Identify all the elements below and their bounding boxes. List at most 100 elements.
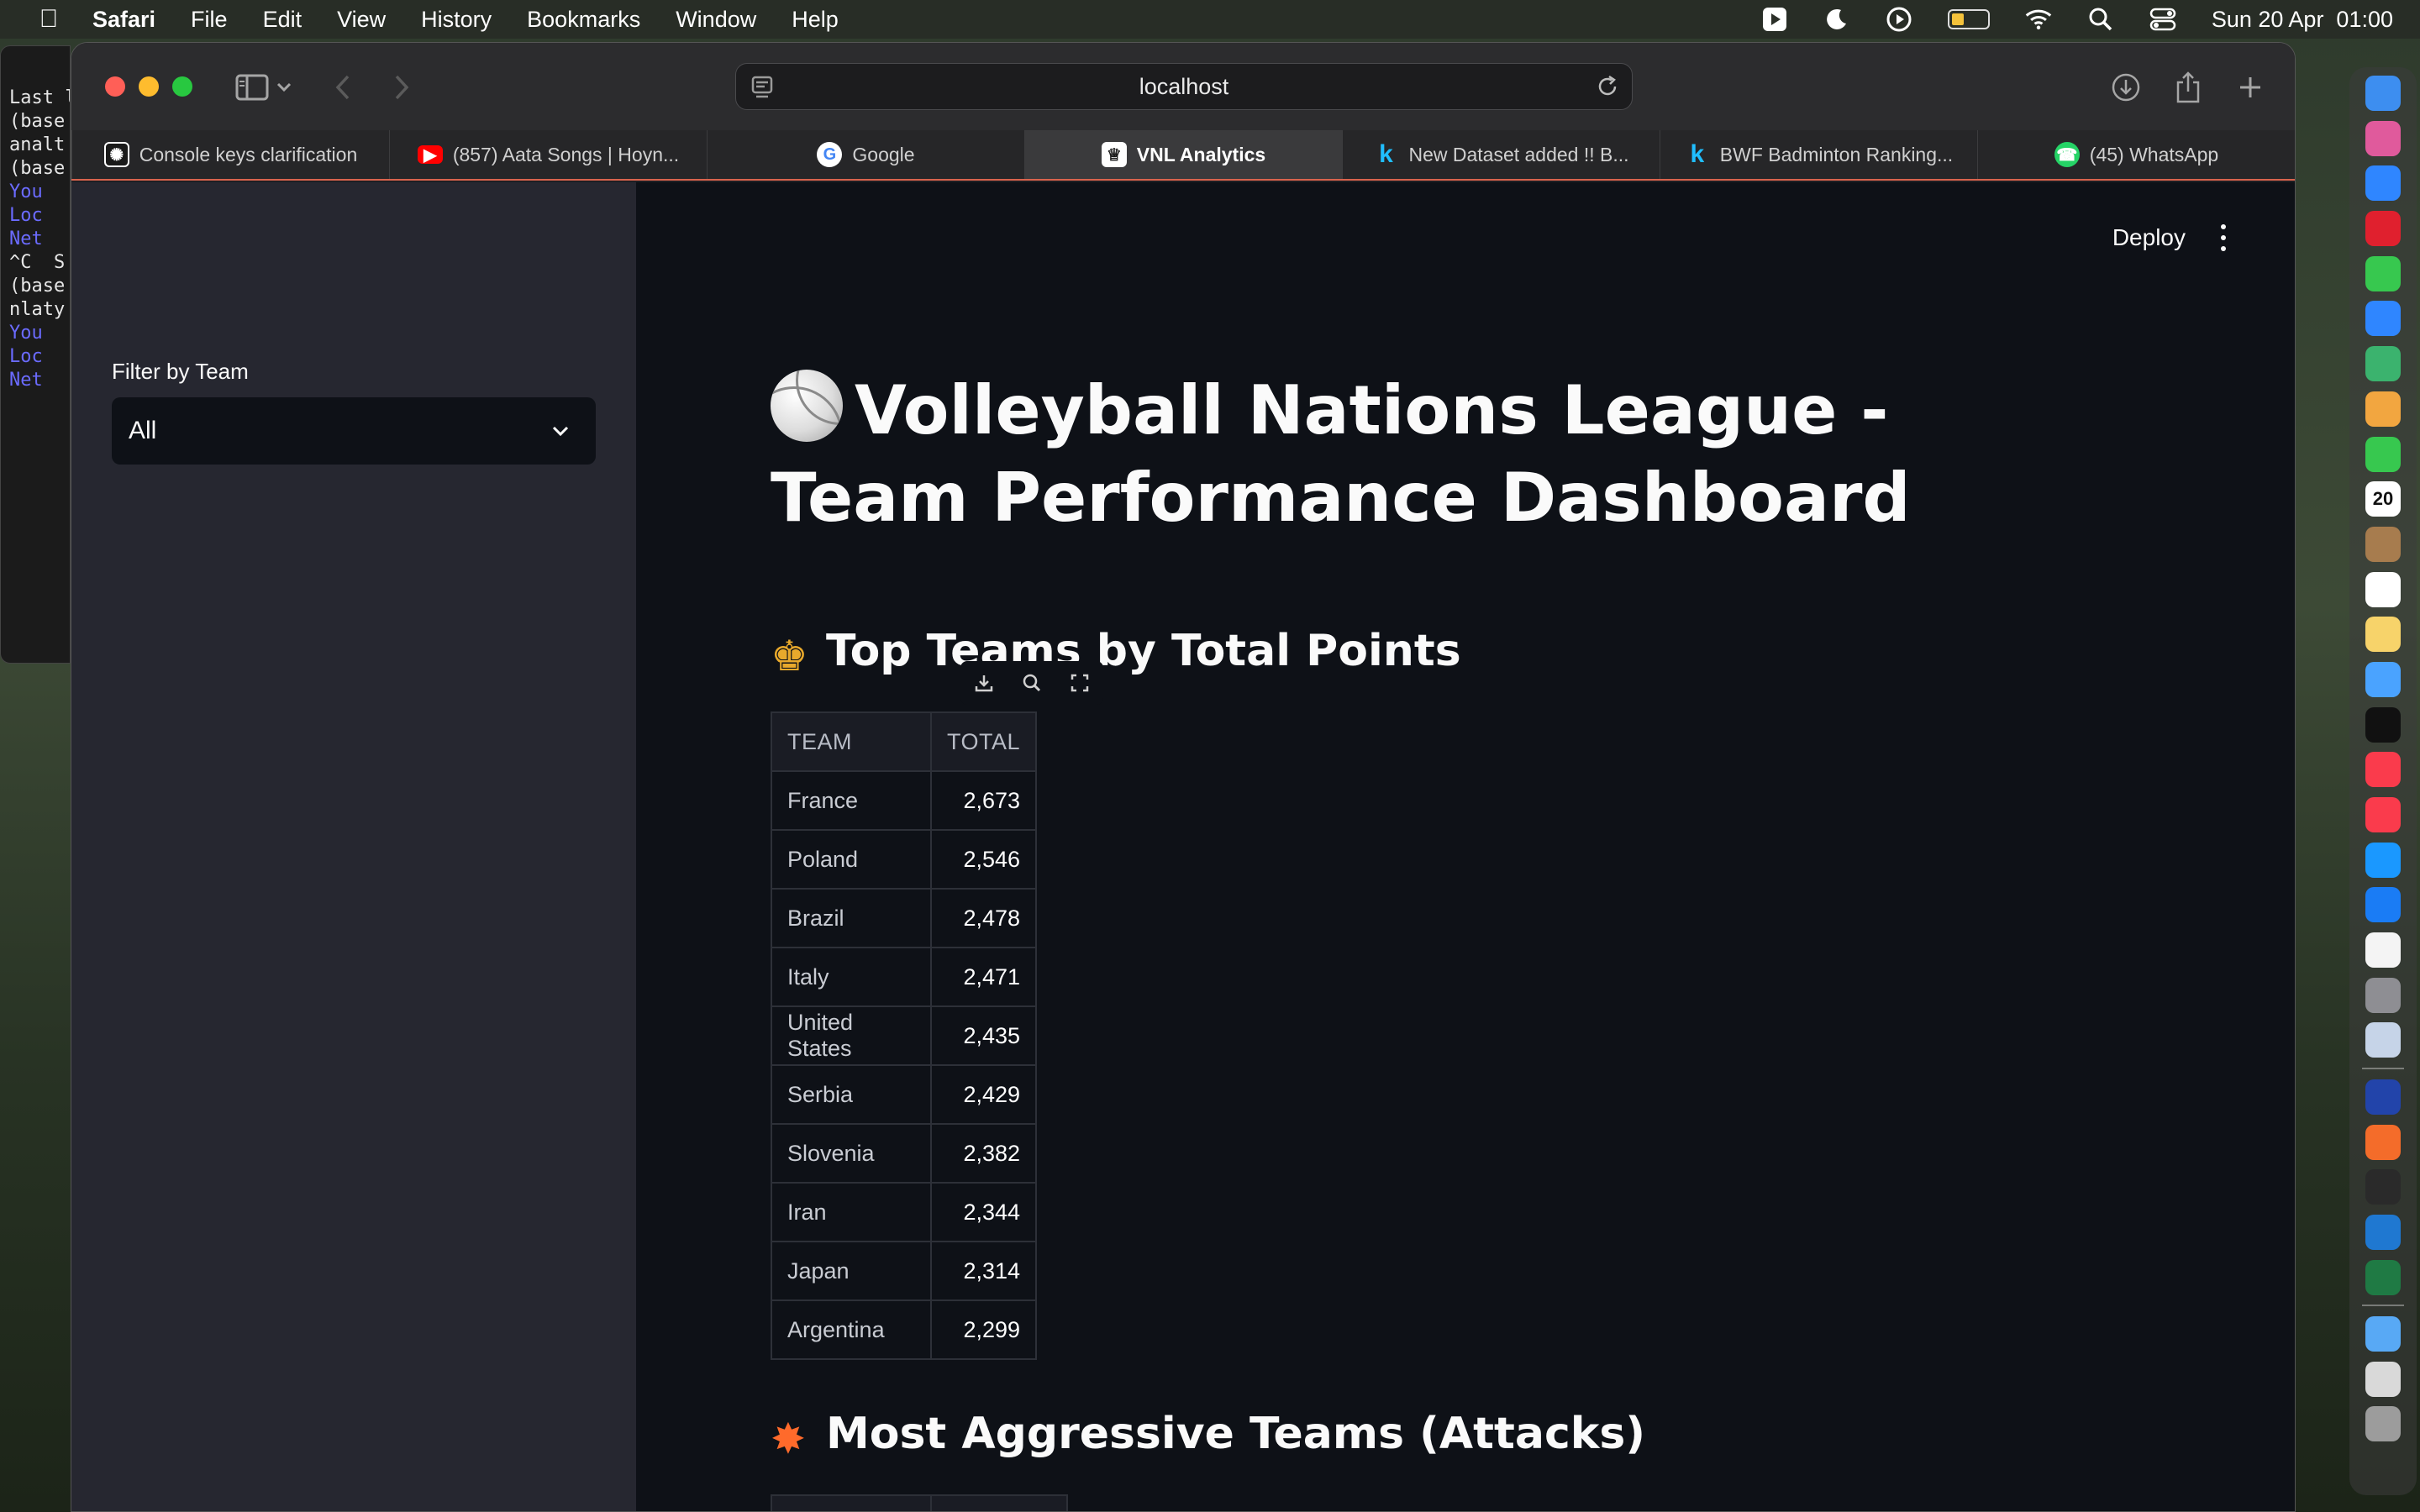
total-points-cell[interactable]: 2,382 <box>929 1123 1038 1184</box>
table-row[interactable]: Japan 2,314 <box>771 1241 1038 1301</box>
menu-file[interactable]: File <box>191 7 228 33</box>
table-row[interactable]: Italy 2,471 <box>771 947 1038 1007</box>
total-points-cell[interactable]: 2,471 <box>929 947 1038 1007</box>
total-points-cell[interactable]: 2,299 <box>929 1299 1038 1360</box>
reload-icon[interactable] <box>1593 72 1622 101</box>
total-points-cell[interactable]: 2,673 <box>929 770 1038 831</box>
menu-bookmarks[interactable]: Bookmarks <box>527 7 640 33</box>
vscode-icon[interactable] <box>2365 1214 2401 1250</box>
apple-menu-icon[interactable]:  <box>30 5 67 34</box>
team-filter-select[interactable]: All <box>112 397 596 465</box>
new-tab-icon[interactable] <box>2231 68 2270 107</box>
table-row[interactable]: Argentina 2,299 <box>771 1299 1038 1360</box>
sidebar-toggle-icon[interactable] <box>233 68 271 107</box>
messages-icon[interactable] <box>2365 255 2401 291</box>
top-teams-table[interactable]: TEAM TOTAL France 2,673 Poland 2,546 Brazil 2… <box>771 711 1038 1360</box>
media-play-icon[interactable] <box>1761 6 1788 33</box>
team-cell[interactable]: Slovenia <box>771 1123 932 1184</box>
clock[interactable]: Sun 20 Apr 01:00 <box>2212 7 2393 33</box>
table-row[interactable]: United States 2,435 <box>771 1005 1038 1066</box>
maps-icon[interactable] <box>2365 346 2401 382</box>
excel-icon[interactable] <box>2365 1259 2401 1295</box>
finder-icon[interactable] <box>2365 76 2401 111</box>
column-header-team[interactable]: TEAM <box>771 1494 932 1511</box>
app-menu[interactable]: Safari <box>92 7 155 33</box>
forward-arrow-icon[interactable] <box>382 68 421 107</box>
facetime-icon[interactable] <box>2365 436 2401 472</box>
tab-youtube[interactable]: ▶ (857) Aata Songs | Hoyn... <box>389 130 707 179</box>
download-icon[interactable] <box>971 670 997 696</box>
prime-video-icon[interactable] <box>2365 842 2401 878</box>
tab-whatsapp[interactable]: ☎ (45) WhatsApp <box>1977 130 2295 179</box>
opera-icon[interactable] <box>2365 211 2401 247</box>
ai-app-icon[interactable] <box>2365 1079 2401 1115</box>
tab-google[interactable]: G Google <box>707 130 1024 179</box>
table-row[interactable]: Brazil 2,478 <box>771 888 1038 948</box>
terminal-icon[interactable] <box>2365 1169 2401 1205</box>
tab-console-keys[interactable]: ✺ Console keys clarification <box>71 130 389 179</box>
wifi-icon[interactable] <box>2025 6 2052 33</box>
control-center-icon[interactable] <box>2149 6 2176 33</box>
more-options-icon[interactable] <box>2211 221 2236 255</box>
column-header-attacks[interactable]: ATTACKS <box>929 1494 1069 1511</box>
table-row[interactable]: Iran 2,344 <box>771 1182 1038 1242</box>
infuse-icon[interactable] <box>2365 932 2401 969</box>
page-menu-icon[interactable] <box>748 72 776 101</box>
spotlight-search-icon[interactable] <box>2087 6 2114 33</box>
table-row[interactable]: Poland 2,546 <box>771 829 1038 890</box>
contacts-icon[interactable] <box>2365 526 2401 562</box>
app-store-icon[interactable] <box>2365 887 2401 923</box>
news-icon[interactable] <box>2365 797 2401 832</box>
total-points-cell[interactable]: 2,344 <box>929 1182 1038 1242</box>
freeform-icon[interactable] <box>2365 661 2401 697</box>
tab-vnl-analytics[interactable]: ♕ VNL Analytics <box>1024 130 1342 179</box>
music-icon[interactable] <box>2365 752 2401 788</box>
team-cell[interactable]: Japan <box>771 1241 932 1301</box>
search-icon[interactable] <box>1019 670 1044 696</box>
team-cell[interactable]: Argentina <box>771 1299 932 1360</box>
folder-icon[interactable] <box>2365 1315 2401 1352</box>
address-bar[interactable]: localhost <box>735 63 1633 110</box>
menu-edit[interactable]: Edit <box>263 7 302 33</box>
safari-icon[interactable] <box>2365 165 2401 202</box>
minimize-window-button[interactable] <box>139 76 159 97</box>
total-points-cell[interactable]: 2,314 <box>929 1241 1038 1301</box>
mail-icon[interactable] <box>2365 301 2401 337</box>
calendar-icon[interactable]: 20 <box>2365 481 2401 517</box>
reminders-icon[interactable] <box>2365 571 2401 607</box>
total-points-cell[interactable]: 2,429 <box>929 1064 1038 1125</box>
chatgpt-icon[interactable] <box>2365 1124 2401 1160</box>
menu-help[interactable]: Help <box>792 7 839 33</box>
share-icon[interactable] <box>2169 68 2207 107</box>
zoom-window-button[interactable] <box>172 76 192 97</box>
tab-kaggle-bwf[interactable]: k BWF Badminton Ranking... <box>1660 130 1977 179</box>
preview-icon[interactable] <box>2365 1022 2401 1058</box>
tab-group-chevron-icon[interactable] <box>271 68 297 107</box>
menu-window[interactable]: Window <box>676 7 756 33</box>
back-arrow-icon[interactable] <box>324 68 362 107</box>
terminal-window[interactable]: Last l (base analt (base You Loc Net ^C S (base n… <box>0 45 71 664</box>
team-cell[interactable]: Brazil <box>771 888 932 948</box>
play-circle-icon[interactable] <box>1886 6 1912 33</box>
downloads-icon[interactable] <box>2107 68 2145 107</box>
team-cell[interactable]: Serbia <box>771 1064 932 1125</box>
table-row[interactable]: Serbia 2,429 <box>771 1064 1038 1125</box>
menu-view[interactable]: View <box>337 7 386 33</box>
close-window-button[interactable] <box>105 76 125 97</box>
team-cell[interactable]: France <box>771 770 932 831</box>
fullscreen-icon[interactable] <box>1067 670 1092 696</box>
battery-icon[interactable] <box>1947 9 1990 29</box>
tab-kaggle-dataset[interactable]: k New Dataset added !! B... <box>1342 130 1660 179</box>
column-header-total[interactable]: TOTAL <box>929 711 1038 772</box>
team-cell[interactable]: United States <box>771 1005 932 1066</box>
launchpad-icon[interactable] <box>2365 120 2401 156</box>
total-points-cell[interactable]: 2,546 <box>929 829 1038 890</box>
total-points-cell[interactable]: 2,478 <box>929 888 1038 948</box>
deploy-button[interactable]: Deploy <box>2112 224 2186 251</box>
system-settings-icon[interactable] <box>2365 977 2401 1013</box>
do-not-disturb-icon[interactable] <box>1823 6 1850 33</box>
table-row[interactable]: France 2,673 <box>771 770 1038 831</box>
team-cell[interactable]: Poland <box>771 829 932 890</box>
photos-icon[interactable] <box>2365 391 2401 427</box>
table-row[interactable]: Slovenia 2,382 <box>771 1123 1038 1184</box>
